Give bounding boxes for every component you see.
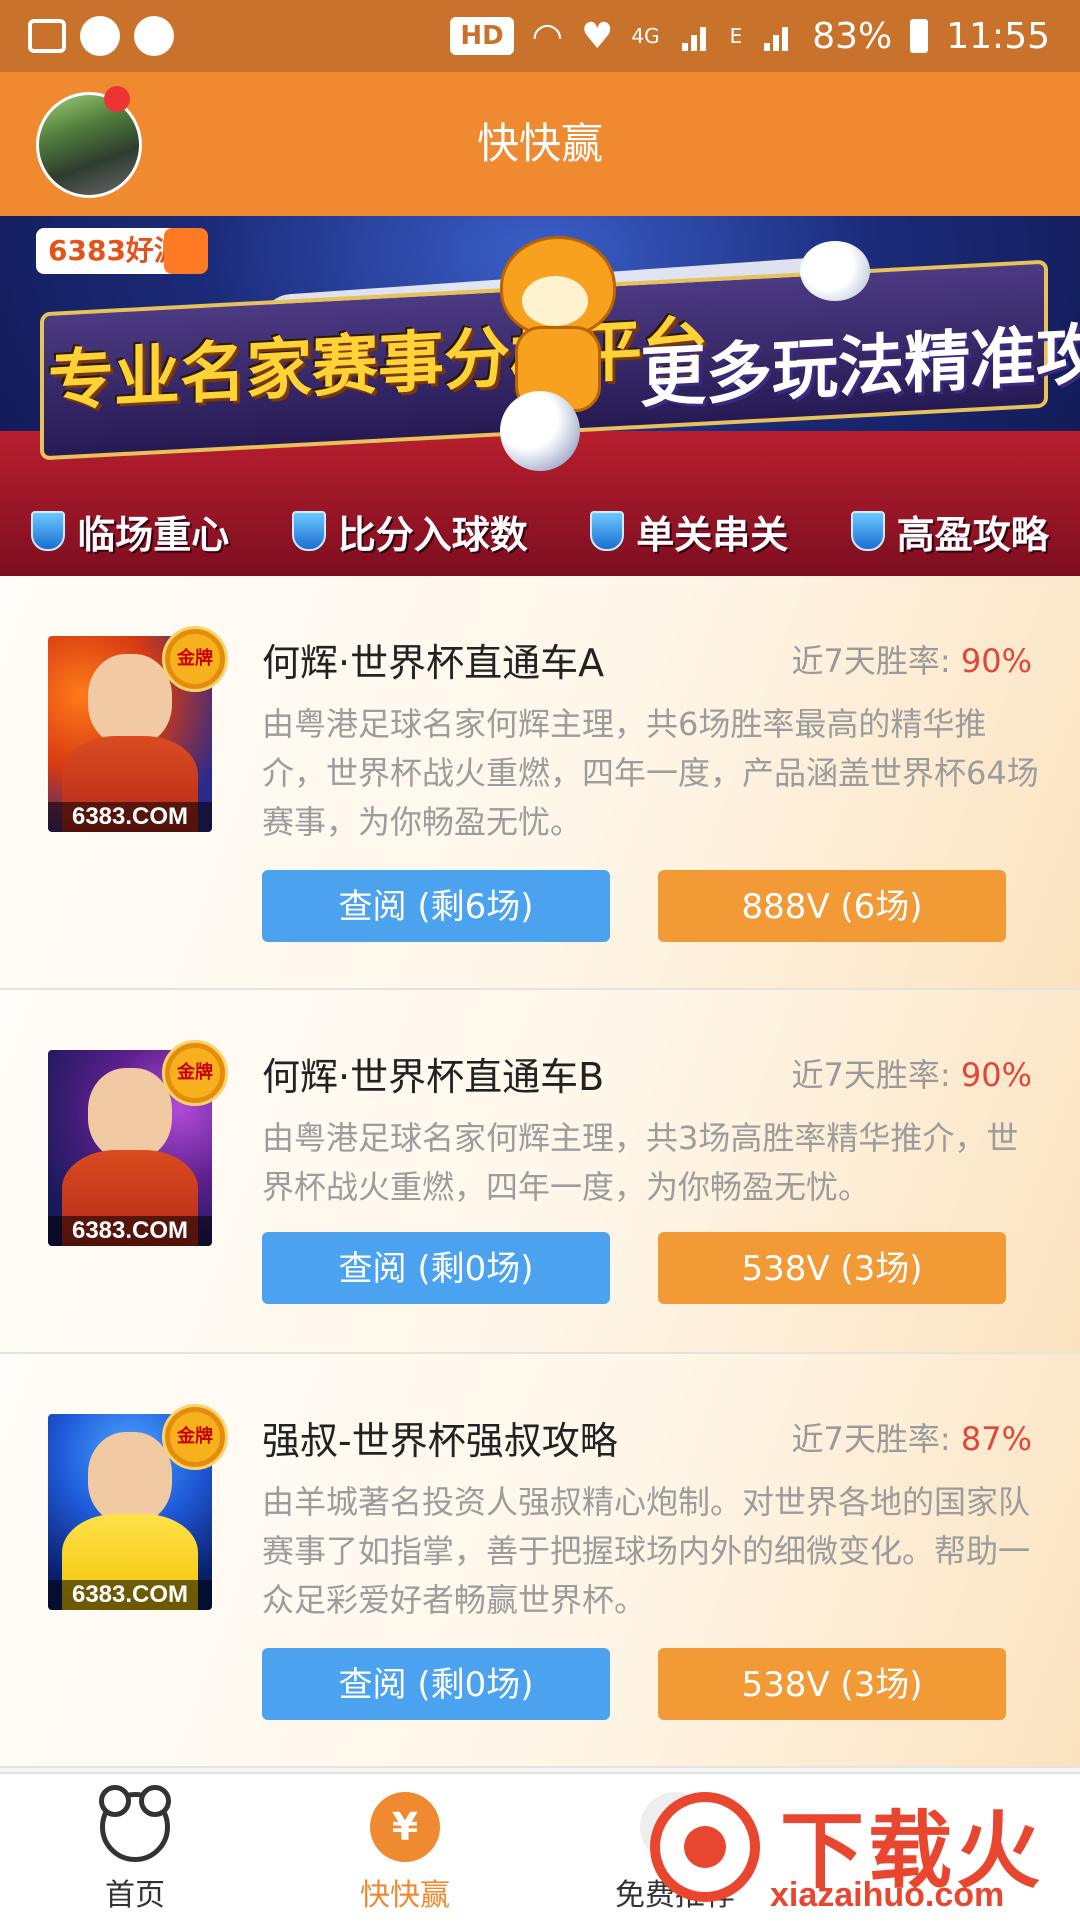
yen-icon: ¥ <box>370 1792 440 1862</box>
network-e-label: E <box>729 24 743 48</box>
view-button[interactable]: 查阅 (剩0场) <box>262 1648 610 1720</box>
photo-watermark: 6383.COM <box>48 1216 212 1246</box>
banner-tags: 临场重心 比分入球数 单关串关 高盈攻略 <box>0 501 1080 561</box>
product-title: 强叔-世界杯强叔攻略 <box>262 1419 618 1463</box>
buy-button[interactable]: 888V (6场) <box>658 870 1006 942</box>
signal-icon-2 <box>760 19 794 53</box>
gold-medal-badge: 金牌 <box>162 1040 228 1106</box>
shield-icon <box>850 511 885 551</box>
win-rate: 近7天胜率: 90% <box>791 642 1032 680</box>
banner-tag: 比分入球数 <box>291 501 528 561</box>
buy-button[interactable]: 538V (3场) <box>658 1232 1006 1304</box>
promo-banner[interactable]: 6383好波 专业名家赛事分析平台 更多玩法精准攻略 临场重心 比分入球数 单关… <box>0 216 1080 576</box>
win-rate: 近7天胜率: 87% <box>791 1420 1032 1458</box>
photo-watermark: 6383.COM <box>48 802 212 832</box>
banner-logo-badge <box>164 228 208 274</box>
football-icon <box>800 241 870 301</box>
banner-tag: 高盈攻略 <box>850 501 1049 561</box>
shield-icon <box>31 511 66 551</box>
product-title: 何辉·世界杯直通车B <box>262 1055 605 1099</box>
network-4g-label: 4G <box>631 24 660 48</box>
product-card[interactable]: 6383.COM 金牌 何辉·世界杯直通车A 近7天胜率: 90% 由粤港足球名… <box>0 576 1080 990</box>
football-icon-2 <box>500 391 580 471</box>
tab-kuaikuaiying[interactable]: ¥ 快快赢 <box>270 1774 540 1922</box>
clock: 11:55 <box>946 15 1050 57</box>
tab-home[interactable]: 首页 <box>0 1774 270 1922</box>
wifi-icon: ◠ <box>531 15 564 57</box>
shield-icon <box>291 511 326 551</box>
app-header: 快快赢 <box>0 72 1080 216</box>
product-description: 由粤港足球名家何辉主理，共3场高胜率精华推介，世界杯战火重燃，四年一度，为你畅盈… <box>262 1119 1019 1206</box>
status-bar: HD ◠ ♥ 4G E 83% 11:55 <box>0 0 1080 72</box>
product-description: 由羊城著名投资人强叔精心炮制。对世界各地的国家队赛事了如指掌，善于把握球场内外的… <box>262 1483 1031 1619</box>
page-title: 快快赢 <box>476 119 603 168</box>
download-icon <box>684 1826 726 1868</box>
bear-icon <box>99 1785 171 1862</box>
watermark-logo: 下载火 xiazaihuo.com <box>640 1776 1080 1920</box>
battery-icon <box>910 19 929 53</box>
app-notification-icon-2 <box>134 16 174 56</box>
product-description: 由粤港足球名家何辉主理，共6场胜率最高的精华推介，世界杯战火重燃，四年一度，产品… <box>262 705 1039 841</box>
product-list: 6383.COM 金牌 何辉·世界杯直通车A 近7天胜率: 90% 由粤港足球名… <box>0 576 1080 1772</box>
banner-tag: 临场重心 <box>31 501 229 561</box>
view-button[interactable]: 查阅 (剩6场) <box>262 870 610 942</box>
win-rate: 近7天胜率: 90% <box>791 1056 1032 1094</box>
photo-watermark: 6383.COM <box>48 1580 212 1610</box>
app-notification-icon <box>80 16 120 56</box>
tab-label: 首页 <box>105 1878 165 1913</box>
hd-indicator: HD <box>450 17 514 55</box>
view-button[interactable]: 查阅 (剩0场) <box>262 1232 610 1304</box>
heart-icon: ♥ <box>581 15 614 57</box>
gallery-notification-icon <box>28 19 66 53</box>
product-card[interactable]: 6383.COM 金牌 强叔-世界杯强叔攻略 近7天胜率: 87% 由羊城著名投… <box>0 1354 1080 1768</box>
banner-tag: 单关串关 <box>590 501 788 561</box>
gold-medal-badge: 金牌 <box>162 626 228 692</box>
signal-icon <box>678 19 712 53</box>
battery-percent: 83% <box>812 15 893 57</box>
product-title: 何辉·世界杯直通车A <box>262 641 605 685</box>
buy-button[interactable]: 538V (3场) <box>658 1648 1006 1720</box>
tab-label: 快快赢 <box>360 1878 450 1913</box>
watermark-url: xiazaihuo.com <box>770 1876 1005 1914</box>
gold-medal-badge: 金牌 <box>162 1404 228 1470</box>
product-card[interactable]: 6383.COM 金牌 何辉·世界杯直通车B 近7天胜率: 90% 由粤港足球名… <box>0 990 1080 1354</box>
shield-icon <box>590 511 625 551</box>
